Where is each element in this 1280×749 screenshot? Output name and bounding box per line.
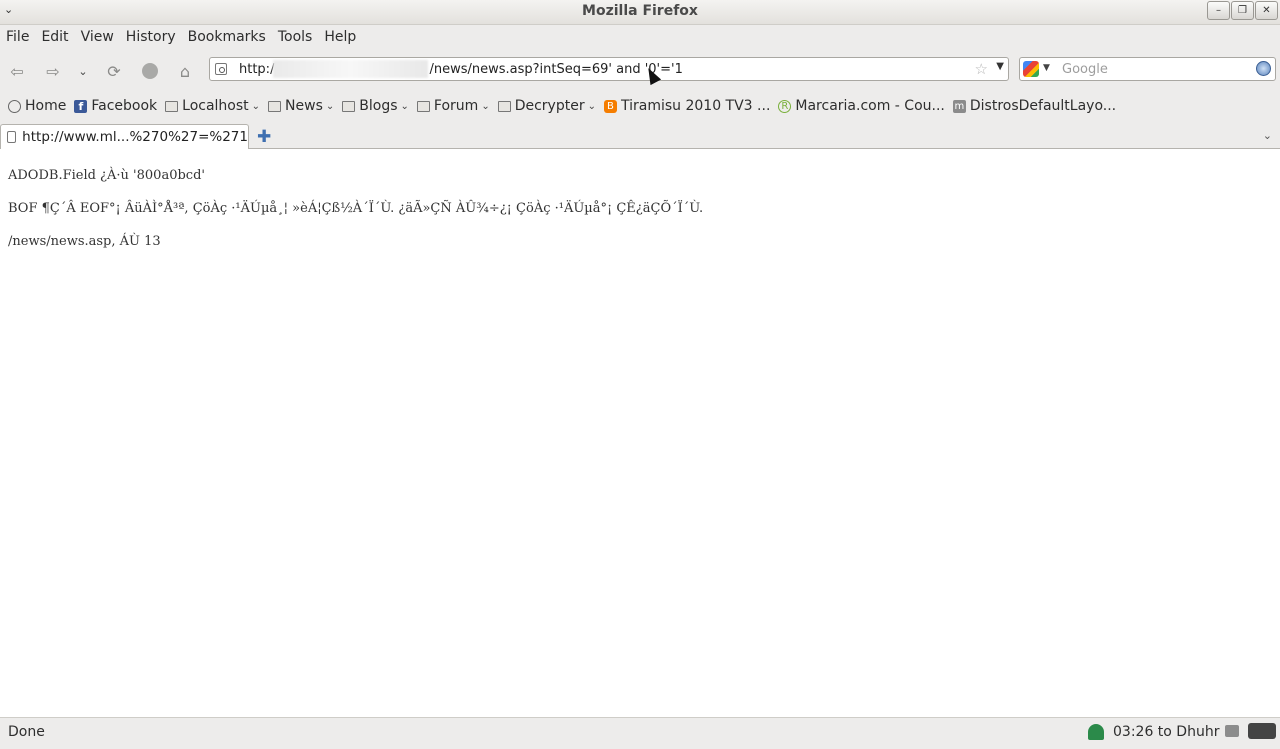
folder-icon — [165, 100, 179, 112]
forward-icon[interactable]: ⇨ — [40, 60, 66, 82]
facebook-icon: f — [74, 99, 88, 113]
bookmark-label: Tiramisu 2010 TV3 ... — [620, 98, 771, 114]
bookmark-folder-forum[interactable]: Forum ⌄ — [416, 98, 490, 114]
tab-list-chevron-icon[interactable]: ⌄ — [1263, 129, 1272, 142]
error-title: ADODB.Field ¿À·ù '800a0bcd' — [8, 168, 205, 183]
bookmark-folder-decrypter[interactable]: Decrypter ⌄ — [497, 98, 596, 114]
m-icon: m — [952, 99, 966, 113]
bookmark-label: Blogs — [359, 98, 398, 114]
search-bar[interactable]: ▼ Google — [1019, 57, 1276, 81]
redacted-host — [273, 60, 428, 78]
url-dropdown-icon[interactable]: ▼ — [996, 61, 1004, 72]
marcaria-icon: R — [778, 99, 792, 113]
menu-view[interactable]: View — [75, 29, 120, 45]
prayer-time[interactable]: 03:26 to Dhuhr — [1113, 724, 1219, 740]
page-icon — [7, 131, 17, 143]
stop-icon[interactable] — [137, 60, 163, 82]
bookmark-folder-news[interactable]: News ⌄ — [268, 98, 334, 114]
menu-help[interactable]: Help — [318, 29, 362, 45]
bookmark-star-icon[interactable]: ☆ — [975, 60, 988, 78]
menu-history[interactable]: History — [120, 29, 182, 45]
chevron-down-icon: ⌄ — [481, 100, 490, 112]
bookmark-label: Localhost — [182, 98, 249, 114]
status-text: Done — [8, 724, 45, 740]
chevron-down-icon: ⌄ — [587, 100, 596, 112]
error-message: BOF ¶Ç´Â EOF°¡ ÂüÀÌ°Å³ª, ÇöÀç ·¹ÄÚµå¸¦ »… — [8, 201, 704, 216]
window-title: Mozilla Firefox — [582, 3, 698, 19]
bookmark-distros[interactable]: m DistrosDefaultLayo... — [952, 98, 1117, 114]
search-go-icon[interactable] — [1256, 61, 1271, 76]
folder-icon — [342, 100, 356, 112]
tab-bar: http://www.ml...%270%27=%271 ✚ ⌄ — [0, 124, 1280, 149]
folder-icon — [416, 100, 430, 112]
menu-bar: File Edit View History Bookmarks Tools H… — [0, 25, 1280, 48]
chevron-down-icon: ⌄ — [251, 100, 261, 112]
bookmark-folder-blogs[interactable]: Blogs ⌄ — [342, 98, 409, 114]
history-dropdown-icon[interactable]: ⌄ — [72, 60, 94, 82]
mosque-icon[interactable] — [1088, 724, 1104, 740]
close-button[interactable]: ✕ — [1255, 1, 1278, 20]
status-bar: Done 03:26 to Dhuhr — [0, 717, 1280, 749]
bookmark-label: Marcaria.com - Cou... — [795, 98, 945, 114]
bookmark-label: Facebook — [91, 98, 158, 114]
menu-edit[interactable]: Edit — [35, 29, 74, 45]
back-icon[interactable]: ⇦ — [4, 60, 30, 82]
engine-dropdown-icon[interactable]: ▼ — [1043, 63, 1050, 73]
bookmark-facebook[interactable]: f Facebook — [74, 98, 157, 114]
page-content: ADODB.Field ¿À·ù '800a0bcd' BOF ¶Ç´Â EOF… — [0, 149, 1280, 717]
bookmark-folder-localhost[interactable]: Localhost ⌄ — [165, 98, 260, 114]
menu-bookmarks[interactable]: Bookmarks — [182, 29, 272, 45]
bookmark-label: Decrypter — [514, 98, 585, 114]
bookmark-home[interactable]: Home — [8, 98, 66, 114]
globe-icon — [8, 99, 21, 113]
url-bar[interactable]: http://news/news.asp?intSeq=69' and '0'=… — [209, 57, 1009, 81]
folder-icon — [497, 100, 511, 112]
reload-icon[interactable]: ⟳ — [101, 60, 127, 82]
new-tab-icon[interactable]: ✚ — [257, 127, 271, 147]
search-placeholder: Google — [1062, 62, 1108, 77]
bookmark-label: Home — [25, 98, 67, 114]
menu-tools[interactable]: Tools — [272, 29, 319, 45]
site-identity-icon[interactable] — [215, 63, 227, 75]
title-bar: ⌄ Mozilla Firefox – ❐ ✕ — [0, 0, 1280, 25]
blogger-icon: B — [603, 99, 617, 113]
minimize-button[interactable]: – — [1207, 1, 1230, 20]
tab-label: http://www.ml...%270%27=%271 — [22, 129, 248, 145]
chevron-down-icon: ⌄ — [400, 100, 409, 112]
menu-file[interactable]: File — [0, 29, 35, 45]
bookmark-tiramisu[interactable]: B Tiramisu 2010 TV3 ... — [603, 98, 771, 114]
bookmark-label: DistrosDefaultLayo... — [969, 98, 1117, 114]
home-icon[interactable]: ⌂ — [172, 60, 198, 82]
maximize-button[interactable]: ❐ — [1231, 1, 1254, 20]
addon-icon[interactable] — [1225, 725, 1239, 737]
bookmarks-toolbar: Home f Facebook Localhost ⌄ News ⌄ Blogs ⌄ F… — [0, 92, 1280, 120]
google-engine-icon[interactable] — [1023, 61, 1039, 77]
folder-icon — [268, 100, 282, 112]
bookmark-label: Forum — [433, 98, 479, 114]
bookmark-marcaria[interactable]: R Marcaria.com - Cou... — [778, 98, 945, 114]
bookmark-label: News — [285, 98, 323, 114]
error-location: /news/news.asp, ÁÙ 13 — [8, 234, 161, 249]
url-scheme: http:/ — [239, 62, 275, 77]
addon-badge-icon[interactable] — [1248, 723, 1276, 739]
tab-active[interactable]: http://www.ml...%270%27=%271 — [0, 124, 249, 149]
chevron-down-icon: ⌄ — [325, 100, 335, 112]
